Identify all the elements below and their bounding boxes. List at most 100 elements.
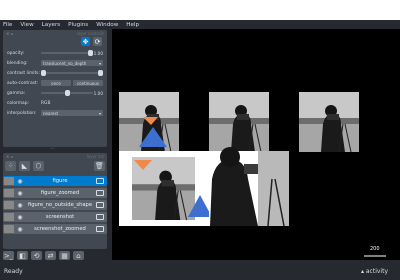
scale-bar-label: 200	[370, 246, 380, 252]
new-points-icon[interactable]: ⁘	[5, 161, 16, 171]
napari-window: File View Layers Plugins Window Help ✕ ▫…	[0, 20, 400, 280]
delete-layer-icon[interactable]: 🗑	[94, 161, 105, 171]
activity-label: activity	[365, 268, 388, 275]
menu-view[interactable]: View	[20, 22, 33, 28]
menu-bar: File View Layers Plugins Window Help	[0, 20, 400, 29]
layer-thumbnail	[4, 189, 14, 197]
tile-figure-no-outside-shape	[298, 91, 360, 153]
image-layer-icon	[96, 214, 104, 220]
canvas-image	[118, 91, 386, 257]
layer-list-hint: layer list	[86, 153, 104, 159]
console-icon[interactable]: >_	[3, 251, 14, 260]
image-layer-icon	[96, 178, 104, 184]
layer-thumbnail	[4, 201, 14, 209]
gamma-row: gamma: 1.00	[7, 89, 103, 97]
contrast-limits-label: contrast limits:	[7, 70, 40, 76]
gamma-label: gamma:	[7, 90, 26, 96]
layer-row-figure[interactable]: ◉ figure	[3, 176, 107, 186]
chevron-down-icon: ▾	[98, 60, 101, 66]
image-layer-icon	[96, 190, 104, 196]
contrast-limits-row: contrast limits:	[7, 69, 103, 77]
gamma-value: 1.00	[93, 90, 103, 96]
eye-icon[interactable]: ◉	[16, 178, 24, 185]
status-bar: Ready ▴ activity	[0, 260, 400, 280]
layer-name: figure_zoomed	[40, 190, 80, 196]
layer-name: screenshot_zoomed	[34, 226, 86, 232]
opacity-value: 1.00	[93, 50, 103, 56]
layer-row-figure-zoomed[interactable]: ◉ figure_zoomed	[3, 188, 107, 198]
left-dock: ✕ ▫ layer controls ✥ ⟳ opacity: 1.00 ble…	[0, 29, 110, 260]
gamma-knob[interactable]	[65, 90, 70, 96]
auto-contrast-once-button[interactable]: once	[41, 80, 71, 86]
auto-contrast-buttons: once continuous	[41, 80, 103, 86]
opacity-slider[interactable]	[41, 50, 93, 56]
blending-value: translucent_no_depth	[43, 60, 87, 66]
chevron-down-icon: ▾	[98, 110, 101, 116]
opacity-label: opacity:	[7, 50, 25, 56]
tile-screenshot	[119, 151, 212, 226]
menu-layers[interactable]: Layers	[42, 22, 61, 28]
layer-name: screenshot	[45, 214, 75, 220]
interpolation-label: interpolation:	[7, 110, 37, 116]
image-layer-icon	[96, 226, 104, 232]
eye-icon[interactable]: ◉	[16, 190, 24, 197]
auto-contrast-row: auto-contrast: once continuous	[7, 79, 103, 87]
contrast-limits-slider[interactable]	[41, 70, 103, 76]
interpolation-value: nearest	[43, 110, 59, 116]
eye-icon[interactable]: ◉	[16, 214, 24, 221]
menu-window[interactable]: Window	[96, 22, 118, 28]
menu-file[interactable]: File	[3, 22, 12, 28]
layer-controls-header: ✕ ▫ layer controls	[3, 30, 107, 36]
home-icon[interactable]: ⌂	[73, 251, 84, 260]
layer-name: figure	[52, 178, 68, 184]
layer-row-figure-no-outside-shape[interactable]: ◉ figure_no_outside_shape	[3, 200, 107, 210]
splitter-handle[interactable]: ⋯	[50, 147, 60, 152]
gamma-slider[interactable]	[41, 90, 93, 96]
transpose-icon[interactable]: ⇄	[45, 251, 56, 260]
layer-thumbnail	[4, 177, 14, 185]
activity-button[interactable]: ▴ activity	[361, 268, 388, 275]
menu-plugins[interactable]: Plugins	[68, 22, 88, 28]
layer-thumbnail	[4, 213, 14, 221]
ndisplay-icon[interactable]: ◧	[17, 251, 28, 260]
blending-row: blending: translucent_no_depth ▾	[7, 59, 103, 67]
contrast-min-knob[interactable]	[41, 70, 46, 76]
layer-controls-panel: ✕ ▫ layer controls ✥ ⟳ opacity: 1.00 ble…	[3, 30, 107, 147]
grid-icon[interactable]: ▦	[59, 251, 70, 260]
opacity-knob[interactable]	[88, 50, 93, 56]
dock-float-icon[interactable]: ✕ ▫	[6, 154, 13, 159]
new-shapes-icon[interactable]: ◣	[19, 161, 30, 171]
menu-help[interactable]: Help	[126, 22, 139, 28]
layer-thumbnail	[4, 225, 14, 233]
colormap-label: colormap:	[7, 100, 29, 106]
layer-buttons: ⁘ ◣ ⬡	[5, 161, 44, 171]
auto-contrast-continuous-button[interactable]: continuous	[73, 80, 103, 86]
tile-screenshot-zoomed	[209, 147, 289, 227]
opacity-row: opacity: 1.00	[7, 49, 103, 57]
layer-list-header: ✕ ▫ layer list	[3, 153, 107, 159]
viewer-canvas[interactable]: 200	[112, 29, 400, 260]
layer-name: figure_no_outside_shape	[27, 202, 93, 208]
dock-float-icon[interactable]: ✕ ▫	[6, 31, 13, 36]
layer-row-screenshot-zoomed[interactable]: ◉ screenshot_zoomed	[3, 224, 107, 234]
roll-axes-icon[interactable]: ⟲	[31, 251, 42, 260]
eye-icon[interactable]: ◉	[16, 226, 24, 233]
auto-contrast-label: auto-contrast:	[7, 80, 39, 86]
transform-icon[interactable]: ⟳	[93, 37, 102, 46]
status-text: Ready	[4, 268, 23, 275]
colormap-value: RGB	[41, 100, 51, 106]
mode-buttons: ✥ ⟳	[81, 37, 102, 46]
pan-zoom-icon[interactable]: ✥	[81, 37, 90, 46]
colormap-row: colormap: RGB	[7, 99, 103, 107]
layer-controls-hint: layer controls	[76, 30, 104, 36]
interpolation-select[interactable]: nearest ▾	[41, 110, 103, 116]
layer-row-screenshot[interactable]: ◉ screenshot	[3, 212, 107, 222]
tile-figure-zoomed	[208, 91, 270, 153]
contrast-max-knob[interactable]	[98, 70, 103, 76]
blending-select[interactable]: translucent_no_depth ▾	[41, 60, 103, 66]
interpolation-row: interpolation: nearest ▾	[7, 109, 103, 117]
new-labels-icon[interactable]: ⬡	[33, 161, 44, 171]
blending-label: blending:	[7, 60, 28, 66]
image-layer-icon	[96, 202, 104, 208]
eye-icon[interactable]: ◉	[16, 202, 24, 209]
